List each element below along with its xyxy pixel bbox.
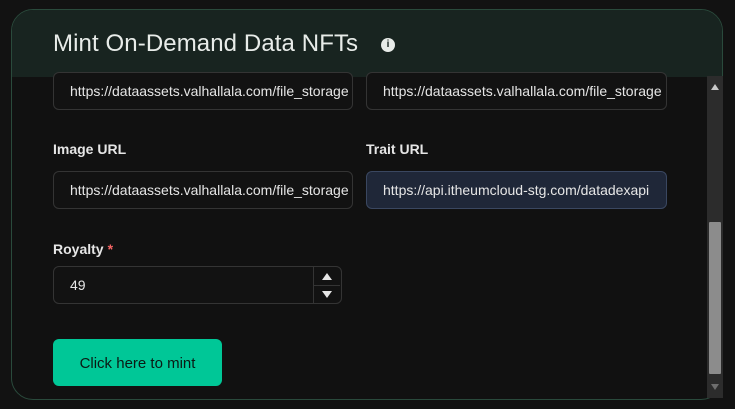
chevron-down-icon bbox=[322, 290, 332, 298]
dataset-url-input[interactable]: https://dataassets.valhallala.com/file_s… bbox=[53, 72, 353, 110]
preview-url-input[interactable]: https://dataassets.valhallala.com/file_s… bbox=[366, 72, 667, 110]
image-url-input[interactable]: https://dataassets.valhallala.com/file_s… bbox=[53, 171, 353, 209]
info-icon[interactable]: i bbox=[381, 38, 395, 52]
royalty-label: Royalty * bbox=[53, 241, 113, 257]
trait-url-label: Trait URL bbox=[366, 141, 429, 157]
trait-url-input[interactable]: https://api.itheumcloud-stg.com/datadexa… bbox=[366, 171, 667, 209]
scrollbar[interactable] bbox=[707, 76, 723, 398]
required-asterisk: * bbox=[107, 241, 114, 257]
increment-button[interactable] bbox=[313, 267, 340, 286]
chevron-up-icon bbox=[322, 272, 332, 280]
decrement-button[interactable] bbox=[313, 285, 340, 303]
royalty-stepper bbox=[313, 266, 341, 304]
royalty-label-text: Royalty bbox=[53, 241, 104, 257]
modal-title: Mint On-Demand Data NFTs bbox=[53, 30, 359, 57]
image-url-label: Image URL bbox=[53, 141, 127, 157]
scroll-up-icon[interactable] bbox=[711, 84, 719, 90]
scroll-thumb[interactable] bbox=[709, 222, 721, 374]
scroll-down-icon[interactable] bbox=[711, 384, 719, 390]
royalty-input[interactable]: 49 bbox=[53, 266, 342, 304]
modal-header: Mint On-Demand Data NFTs i bbox=[12, 10, 722, 77]
mint-button[interactable]: Click here to mint bbox=[53, 339, 222, 386]
